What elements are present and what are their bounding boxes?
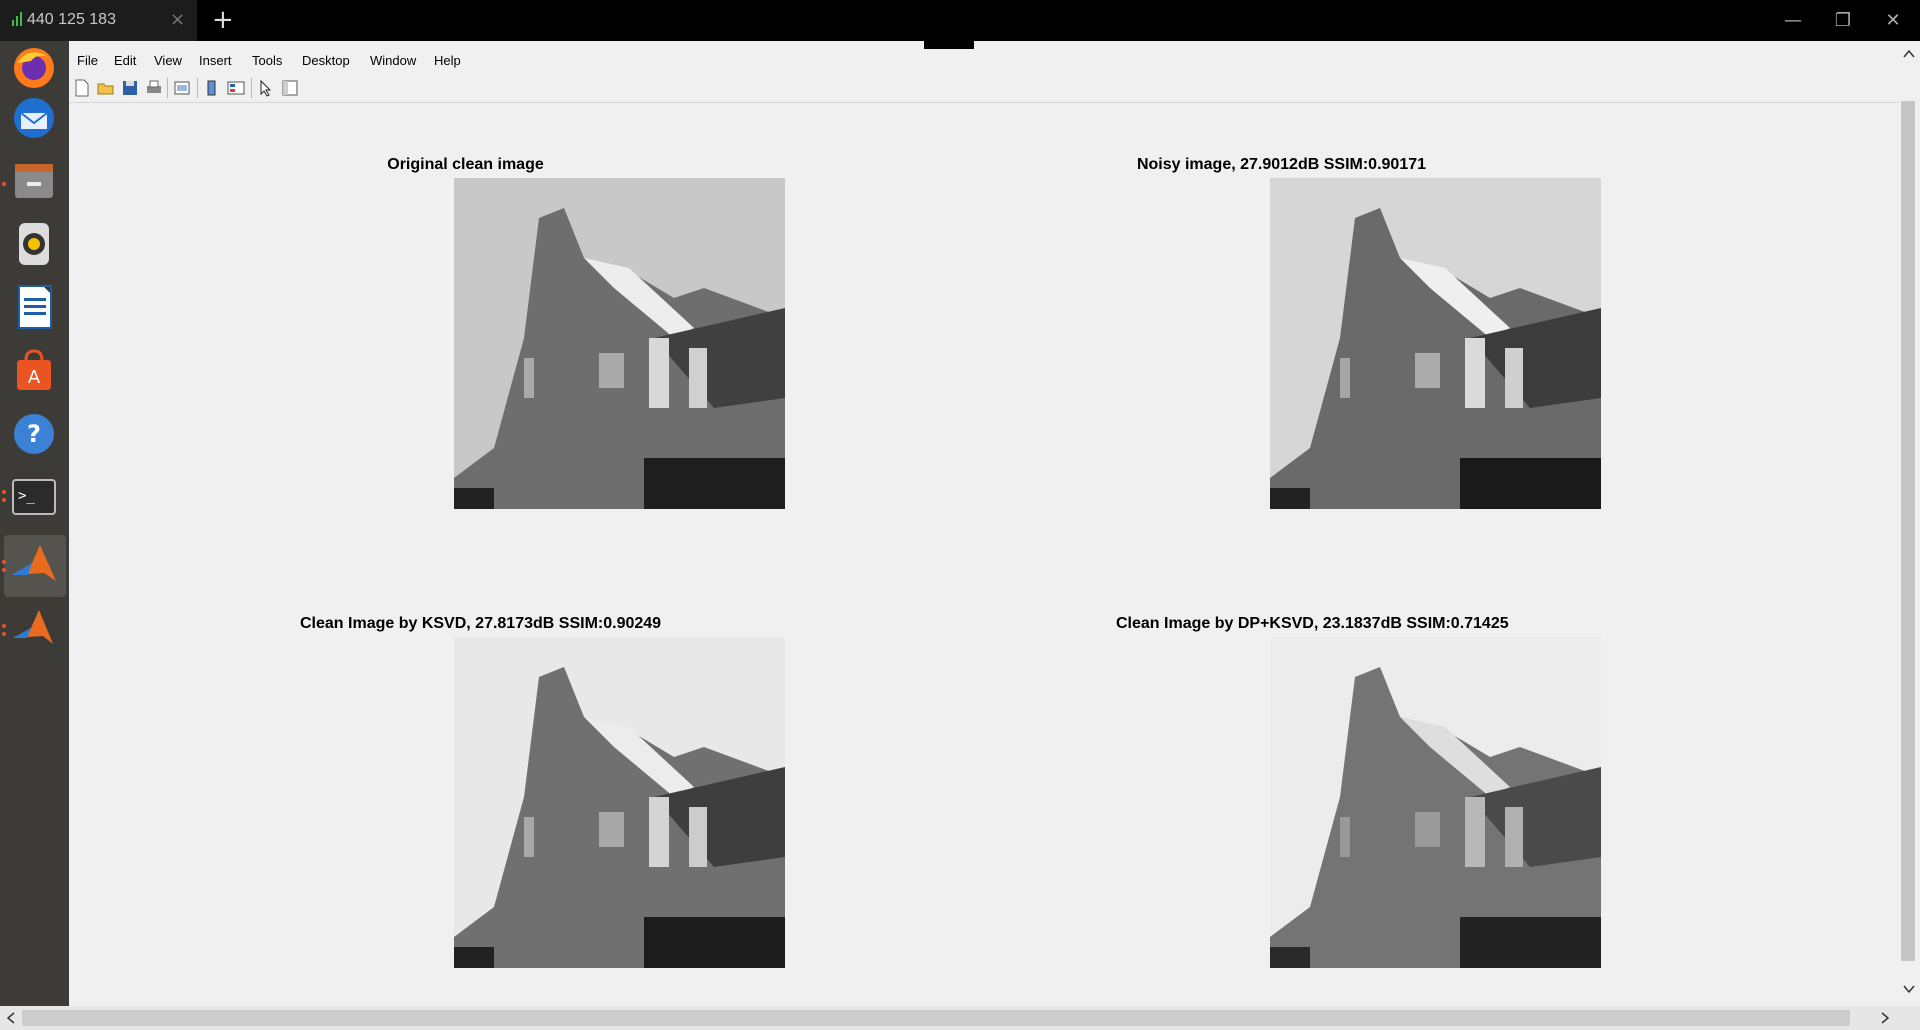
remote-session-tab[interactable]: 440 125 183 ×: [0, 0, 197, 41]
ksvd-image-axes: [454, 637, 785, 968]
running-indicator: [2, 498, 6, 502]
scroll-right-icon[interactable]: [1880, 1012, 1890, 1024]
link-plot-icon[interactable]: [173, 79, 191, 97]
save-icon[interactable]: [121, 79, 139, 97]
signal-icon: [12, 12, 22, 26]
running-indicator: [2, 182, 6, 186]
scroll-left-icon[interactable]: [6, 1012, 16, 1024]
horizontal-scrollbar[interactable]: [0, 1006, 1920, 1030]
files-icon[interactable]: [9, 156, 59, 206]
vertical-scroll-thumb[interactable]: [1901, 101, 1915, 961]
matlab-icon[interactable]: [9, 604, 59, 654]
horizontal-scroll-thumb[interactable]: [22, 1010, 1850, 1026]
insert-colorbar-icon[interactable]: [203, 79, 221, 97]
toolbar-separator: [251, 78, 252, 98]
software-center-icon[interactable]: A: [9, 346, 59, 396]
print-icon[interactable]: [145, 79, 163, 97]
new-figure-icon[interactable]: [73, 79, 91, 97]
figure-toolbar: [69, 73, 1900, 103]
axes-title: Clean Image by DP+KSVD, 23.1837dB SSIM:0…: [1116, 615, 1509, 632]
noisy-image-axes: [1270, 178, 1601, 509]
new-tab-button[interactable]: +: [212, 5, 234, 35]
axes-title: Clean Image by KSVD, 27.8173dB SSIM:0.90…: [300, 615, 662, 632]
insert-legend-icon[interactable]: [227, 79, 245, 97]
menu-tools[interactable]: Tools: [252, 53, 282, 68]
original-image-axes: [454, 178, 785, 509]
scroll-down-icon[interactable]: [1903, 984, 1915, 994]
menu-edit[interactable]: Edit: [114, 53, 136, 68]
running-indicator: [2, 624, 6, 628]
toolbar-separator: [197, 78, 198, 98]
toolbar-separator: [167, 78, 168, 98]
rhythmbox-icon[interactable]: [9, 219, 59, 269]
figure-canvas: Original clean image Noisy image, 27.901…: [69, 103, 1899, 1006]
running-indicator: [2, 490, 6, 494]
vertical-scrollbar[interactable]: [1899, 41, 1920, 1006]
select-pointer-icon[interactable]: [257, 79, 275, 97]
svg-text:?: ?: [27, 420, 41, 448]
menu-help[interactable]: Help: [434, 53, 461, 68]
running-indicator: [2, 632, 6, 636]
matlab-icon[interactable]: [4, 535, 66, 597]
axes-title: Original clean image: [387, 156, 544, 173]
restore-button[interactable]: ❐: [1828, 6, 1858, 36]
menu-window[interactable]: Window: [370, 53, 416, 68]
scroll-up-icon[interactable]: [1903, 49, 1915, 59]
menu-file[interactable]: File: [77, 53, 98, 68]
menu-insert[interactable]: Insert: [199, 53, 232, 68]
terminal-icon[interactable]: >_: [9, 472, 59, 522]
running-indicator: [2, 568, 6, 572]
firefox-icon[interactable]: [9, 43, 59, 93]
close-tab-icon[interactable]: ×: [170, 9, 185, 30]
svg-text:>_: >_: [18, 488, 35, 504]
ubuntu-dock: A ? >_: [0, 41, 69, 1006]
help-icon[interactable]: ?: [9, 409, 59, 459]
menu-view[interactable]: View: [154, 53, 182, 68]
property-inspector-icon[interactable]: [281, 79, 299, 97]
menu-desktop[interactable]: Desktop: [302, 53, 350, 68]
figure-menubar: File Edit View Insert Tools Desktop Wind…: [69, 49, 1900, 73]
minimize-button[interactable]: —: [1778, 6, 1808, 36]
dp-ksvd-image-axes: [1270, 637, 1601, 968]
thunderbird-icon[interactable]: [9, 93, 59, 143]
remote-desktop-tabbar: 440 125 183 × + — ❐ ✕: [0, 0, 1920, 41]
running-indicator: [2, 560, 6, 564]
open-icon[interactable]: [97, 79, 115, 97]
tab-title: 440 125 183: [27, 11, 116, 28]
libreoffice-writer-icon[interactable]: [9, 282, 59, 332]
axes-title: Noisy image, 27.9012dB SSIM:0.90171: [1136, 156, 1427, 173]
svg-text:A: A: [28, 367, 41, 388]
close-window-button[interactable]: ✕: [1878, 6, 1908, 36]
